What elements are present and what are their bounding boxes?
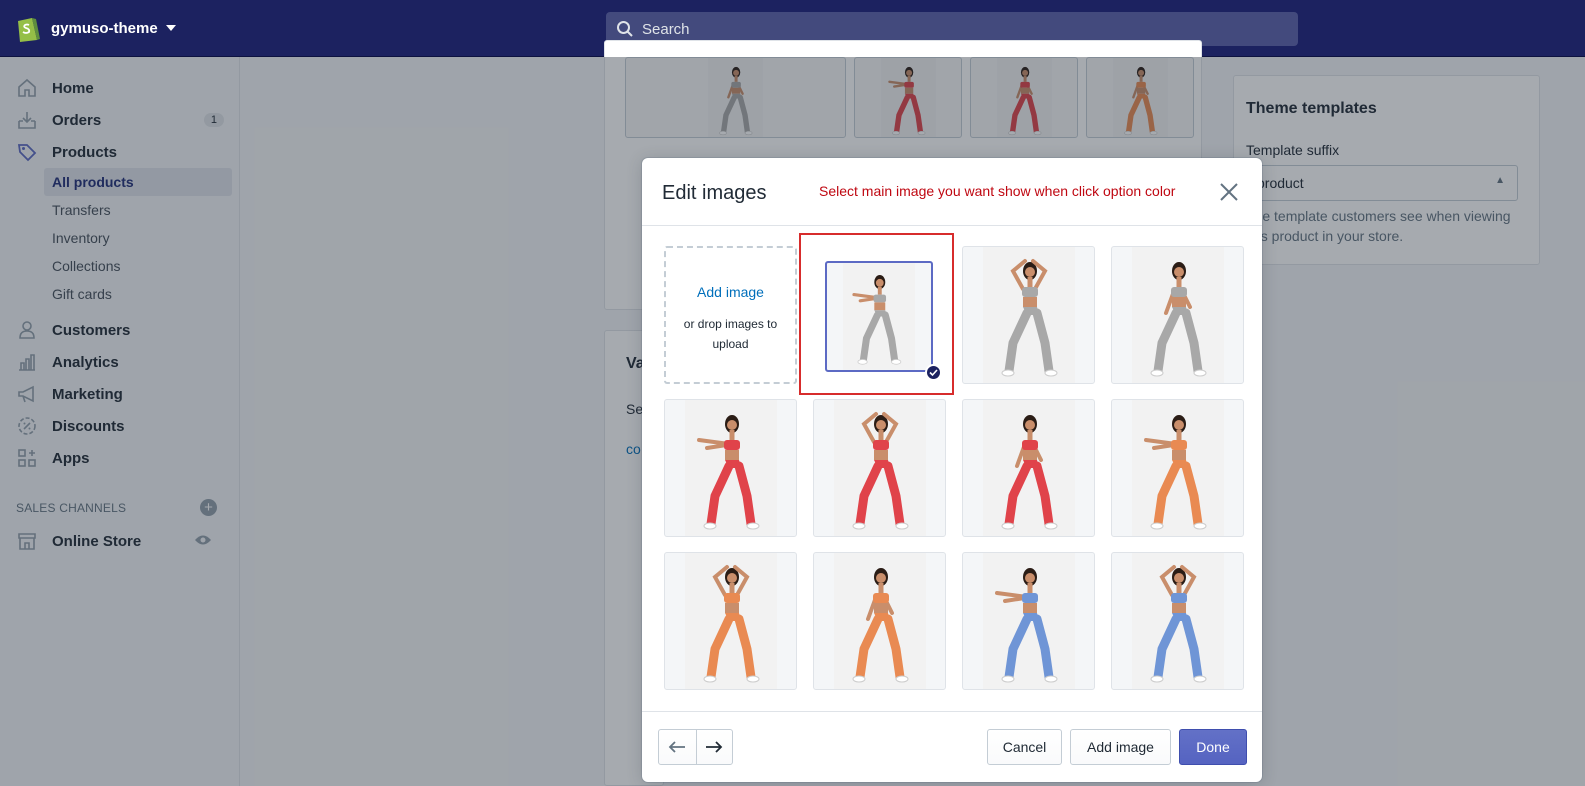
image-tile[interactable] (962, 399, 1095, 537)
modal-header: Edit images Select main image you want s… (642, 158, 1262, 226)
search-placeholder: Search (642, 20, 690, 38)
annotation-note: Select main image you want show when cli… (819, 183, 1176, 199)
image-tile[interactable] (664, 399, 797, 537)
image-pager (658, 729, 733, 765)
checkmark-icon (925, 364, 942, 381)
image-tile[interactable] (962, 552, 1095, 690)
product-photo (982, 400, 1075, 536)
product-photo (982, 553, 1075, 689)
image-tile[interactable] (1111, 552, 1244, 690)
add-image-link[interactable]: Add image (666, 284, 795, 300)
image-tile[interactable] (813, 552, 946, 690)
product-photo (833, 553, 926, 689)
add-image-button[interactable]: Add image (1070, 729, 1171, 765)
product-photo (982, 247, 1075, 383)
store-name: gymuso-theme (51, 19, 158, 37)
product-photo (684, 553, 777, 689)
search-icon (617, 21, 633, 37)
arrow-left-icon[interactable] (659, 730, 696, 764)
add-image-dropzone[interactable]: Add image or drop images to upload (664, 246, 797, 384)
product-photo (833, 400, 926, 536)
image-tile-selected[interactable] (825, 261, 933, 372)
product-photo (684, 400, 777, 536)
drop-images-text: or drop images to upload (683, 317, 778, 351)
product-photo (843, 263, 915, 370)
image-tile[interactable] (813, 399, 946, 537)
cancel-button[interactable]: Cancel (987, 729, 1062, 765)
close-icon[interactable] (1217, 180, 1241, 204)
shopify-logo (18, 18, 40, 42)
chevron-down-icon (165, 25, 176, 31)
product-photo (1131, 553, 1224, 689)
product-photo (1131, 400, 1224, 536)
image-tile[interactable] (1111, 246, 1244, 384)
arrow-right-icon[interactable] (695, 730, 733, 764)
image-tile[interactable] (664, 552, 797, 690)
modal-footer: Cancel Add image Done (642, 711, 1262, 782)
image-tile[interactable] (1111, 399, 1244, 537)
image-tile[interactable] (962, 246, 1095, 384)
done-button[interactable]: Done (1179, 729, 1247, 765)
store-switcher[interactable]: gymuso-theme (14, 12, 176, 44)
modal-title: Edit images (662, 182, 767, 204)
product-photo (1131, 247, 1224, 383)
